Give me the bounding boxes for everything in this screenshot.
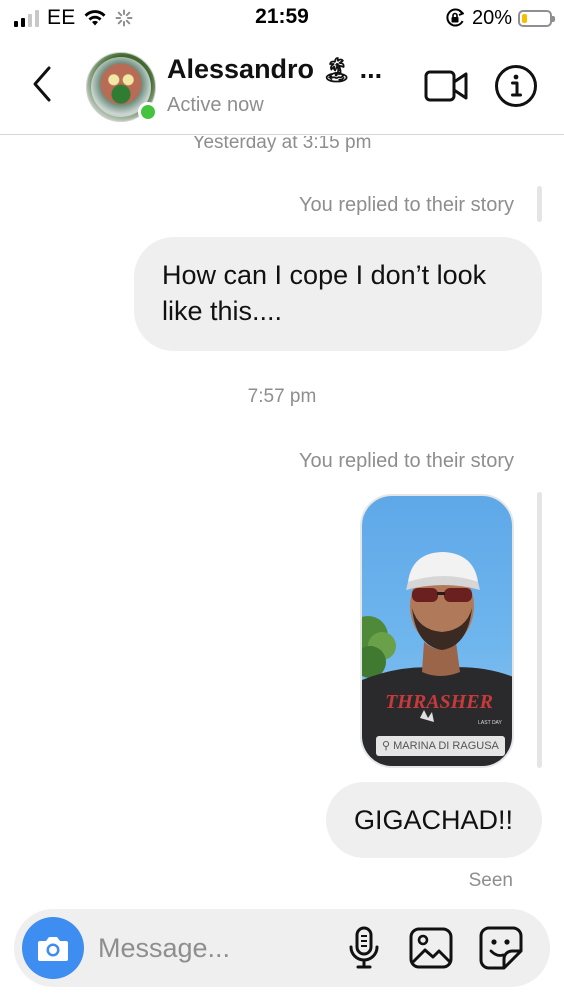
conversation-header: Alessandro 🏝 ... Active now [0, 40, 564, 135]
sent-message[interactable]: GIGACHAD!! [326, 782, 542, 858]
video-call-button[interactable] [424, 66, 470, 106]
dm-screen: EE 21:59 20% Alessandro 🏝 ... Active now… [0, 0, 564, 1000]
seen-receipt: Seen [468, 870, 513, 891]
info-icon [495, 65, 537, 107]
location-text: MARINA DI RAGUSA [393, 740, 499, 752]
timestamp: Yesterday at 3:15 pm [192, 136, 372, 153]
status-bar: EE 21:59 20% [0, 0, 564, 36]
sticker-icon [479, 926, 523, 970]
small-caption: LAST DAY [478, 720, 502, 726]
battery-percent: 20% [471, 6, 512, 29]
gallery-icon [409, 927, 453, 969]
story-reply-label: You replied to their story [299, 450, 514, 472]
back-chevron-icon [33, 66, 51, 102]
active-status: Active now [167, 94, 264, 116]
story-reply-bar [537, 186, 542, 222]
contact-name[interactable]: Alessandro 🏝 ... [167, 54, 382, 85]
story-reply-label: You replied to their story [299, 194, 514, 216]
story-thumbnail[interactable]: THRASHER LAST DAY ⚲ MARINA DI RAGUSA [360, 494, 514, 768]
message-thread[interactable]: Yesterday at 3:15 pm You replied to thei… [0, 136, 564, 906]
story-photo: THRASHER LAST DAY [362, 552, 512, 766]
camera-button[interactable] [22, 917, 84, 979]
microphone-icon [349, 926, 379, 969]
island-emoji: 🏝 [321, 57, 353, 84]
back-button[interactable] [22, 60, 62, 108]
status-right: 20% [444, 6, 555, 30]
info-button[interactable] [494, 64, 538, 108]
sent-message[interactable]: How can I cope I don’t look like this...… [134, 237, 542, 351]
battery-icon [518, 9, 555, 27]
location-pin-icon: ⚲ [382, 740, 391, 752]
name-ellipsis: ... [359, 54, 383, 84]
shirt-print: THRASHER [385, 691, 493, 713]
avatar[interactable] [86, 52, 158, 122]
contact-name-text: Alessandro [167, 54, 315, 84]
video-call-icon [424, 70, 468, 102]
story-reply-bar [537, 492, 542, 768]
location-sticker: ⚲ MARINA DI RAGUSA [376, 736, 505, 756]
microphone-button[interactable] [346, 925, 382, 971]
timestamp: 7:57 pm [247, 386, 317, 407]
orientation-lock-icon [446, 8, 464, 27]
gallery-button[interactable] [408, 926, 454, 970]
message-input[interactable] [98, 927, 334, 969]
sticker-button[interactable] [478, 925, 524, 971]
message-composer [14, 909, 550, 987]
online-indicator [138, 102, 158, 122]
battery-fill [522, 13, 527, 23]
camera-icon [38, 937, 68, 961]
